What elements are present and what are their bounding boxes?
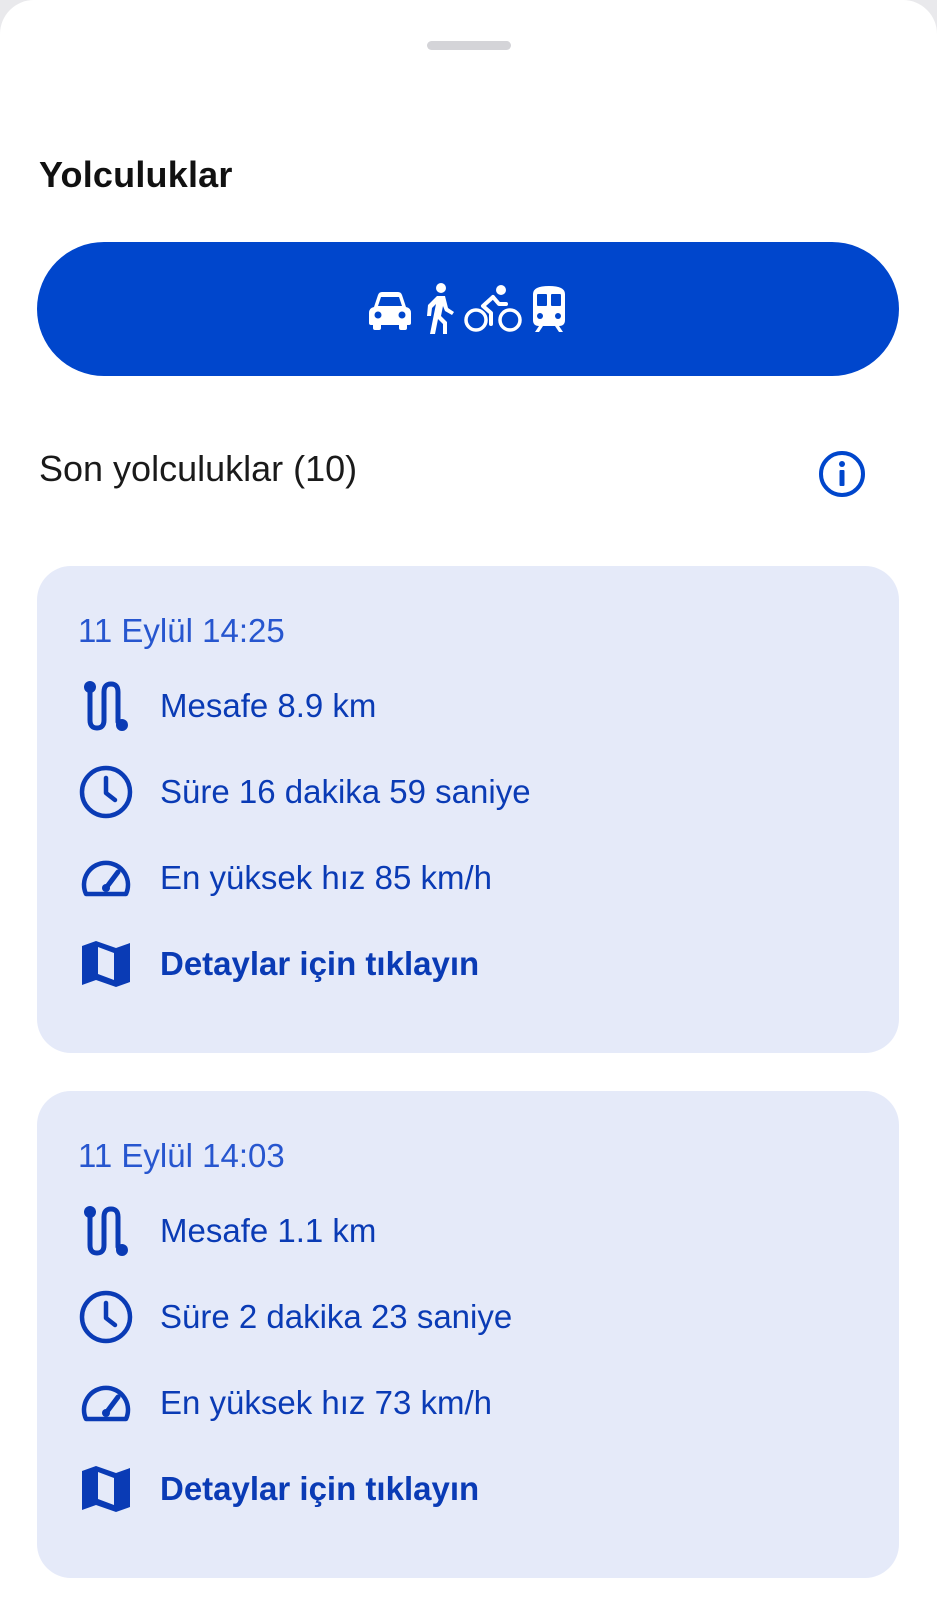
trip-duration-row: Süre 16 dakika 59 saniye xyxy=(78,764,531,820)
trip-max-speed: En yüksek hız 85 km/h xyxy=(160,859,492,896)
trip-speed-row: En yüksek hız 73 km/h xyxy=(78,1375,492,1431)
trip-details-link[interactable]: Detaylar için tıklayın xyxy=(78,936,479,992)
trip-speed-row: En yüksek hız 85 km/h xyxy=(78,850,492,906)
trip-distance: Mesafe 8.9 km xyxy=(160,687,377,724)
speedometer-icon xyxy=(78,850,134,906)
train-icon xyxy=(527,284,571,334)
drag-handle[interactable] xyxy=(427,41,511,50)
map-icon xyxy=(78,1461,134,1517)
trip-distance-row: Mesafe 8.9 km xyxy=(78,678,376,734)
route-icon xyxy=(78,678,134,734)
clock-icon xyxy=(78,1289,134,1345)
trip-card[interactable]: 11 Eylül 14:03 Mesafe 1.1 km Süre 2 daki… xyxy=(37,1091,899,1578)
recent-trips-title: Son yolculuklar (10) xyxy=(39,448,358,489)
trip-date: 11 Eylül 14:25 xyxy=(78,612,285,649)
page-title: Yolculuklar xyxy=(39,154,233,195)
map-icon xyxy=(78,936,134,992)
bicycle-icon xyxy=(463,284,523,334)
trip-duration: Süre 2 dakika 23 saniye xyxy=(160,1298,513,1335)
transport-mode-button[interactable] xyxy=(37,242,899,376)
route-icon xyxy=(78,1203,134,1259)
trip-details-label: Detaylar için tıklayın xyxy=(160,945,480,982)
trip-duration: Süre 16 dakika 59 saniye xyxy=(160,773,531,810)
car-icon xyxy=(365,287,415,331)
trip-distance-row: Mesafe 1.1 km xyxy=(78,1203,376,1259)
walking-icon xyxy=(419,282,459,336)
trip-details-label: Detaylar için tıklayın xyxy=(160,1470,480,1507)
trip-max-speed: En yüksek hız 73 km/h xyxy=(160,1384,492,1421)
trip-distance: Mesafe 1.1 km xyxy=(160,1212,377,1249)
bottom-sheet: Yolculuklar Son yolculuklar (10) 11 Eylü… xyxy=(0,0,937,1600)
trip-card[interactable]: 11 Eylül 14:25 Mesafe 8.9 km Süre 16 dak… xyxy=(37,566,899,1053)
clock-icon xyxy=(78,764,134,820)
trip-details-link[interactable]: Detaylar için tıklayın xyxy=(78,1461,479,1517)
info-icon[interactable] xyxy=(817,449,867,499)
trip-date: 11 Eylül 14:03 xyxy=(78,1137,285,1174)
speedometer-icon xyxy=(78,1375,134,1431)
trip-duration-row: Süre 2 dakika 23 saniye xyxy=(78,1289,512,1345)
